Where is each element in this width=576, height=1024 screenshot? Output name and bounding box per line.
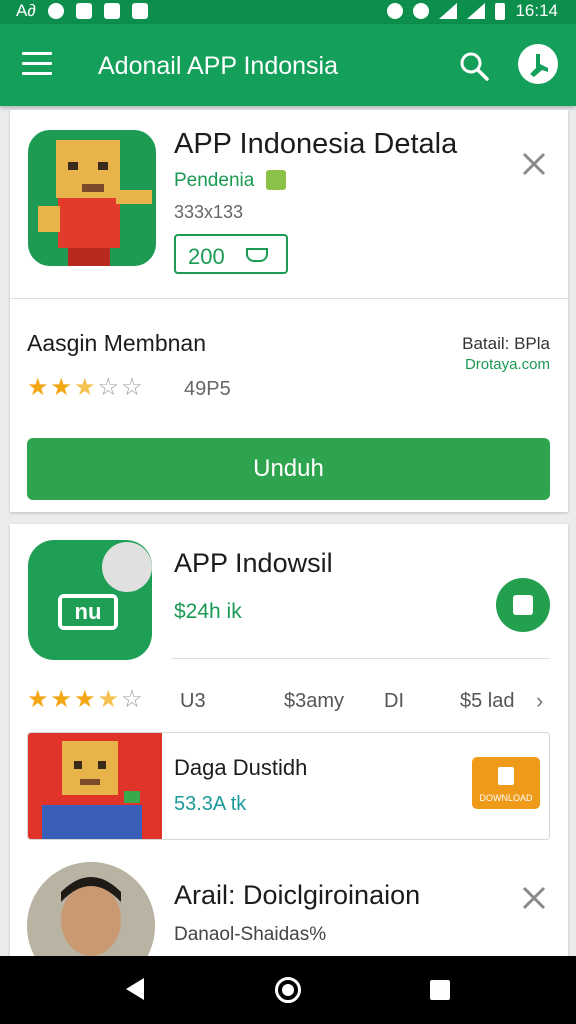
meta-item: U3: [180, 690, 206, 712]
rating-stars: ★ ★ ★ ☆ ☆: [27, 376, 143, 400]
status-right: 16:14: [387, 1, 558, 21]
sync-icon: [413, 3, 430, 19]
rating-stars-secondary: ★ ★ ★ ★ ☆: [27, 688, 143, 712]
star-icon: ★: [74, 374, 96, 401]
wifi-icon: [439, 3, 458, 19]
star-icon: ★: [97, 686, 120, 713]
star-icon: ★: [50, 686, 73, 713]
menu-icon-line: [22, 72, 52, 75]
app-price-secondary: $24h ik: [174, 600, 242, 623]
related-app-title: Daga Dustidh: [174, 755, 308, 780]
related-app-card[interactable]: Daga Dustidh 53.3A tk DOWNLOAD: [27, 732, 550, 840]
back-icon[interactable]: [126, 978, 144, 1000]
divider: [10, 298, 568, 299]
blocky-character-icon: [42, 741, 142, 839]
star-icon: ★: [27, 686, 49, 713]
verified-badge-icon: [266, 170, 286, 190]
close-icon[interactable]: [520, 150, 548, 178]
status-bar: A∂ 16:14: [0, 0, 576, 24]
app-icon[interactable]: [28, 130, 156, 266]
recent-apps-icon[interactable]: [430, 980, 450, 1000]
price-button[interactable]: 200: [174, 234, 288, 274]
star-icon: ☆: [121, 374, 143, 401]
developer-name[interactable]: Pendenia: [174, 170, 254, 192]
app-title: Adonail APP Indonsia: [98, 52, 339, 80]
rating-count: 49P5: [184, 378, 231, 400]
star-icon: ☆: [121, 686, 143, 713]
meta-item: DI: [384, 690, 404, 712]
app-title-primary: APP Indonesia Detala: [174, 128, 458, 160]
status-text: A∂: [16, 1, 36, 20]
star-icon: ★: [74, 686, 96, 713]
star-icon: ★: [50, 374, 73, 401]
side-info-link[interactable]: Drotaya.com: [465, 356, 550, 373]
profile-icon: [530, 54, 548, 77]
download-button[interactable]: DOWNLOAD: [472, 757, 540, 809]
menu-icon: [22, 52, 52, 55]
battery-icon: [495, 2, 506, 20]
system-nav-bar: [0, 956, 576, 1024]
price-label: 200: [188, 244, 225, 269]
app-icon-secondary[interactable]: nu: [28, 540, 152, 660]
app-bar: Adonail APP Indonsia: [0, 24, 576, 106]
related-app-thumbnail: [28, 733, 162, 839]
close-icon[interactable]: [520, 884, 548, 912]
home-icon[interactable]: [275, 977, 301, 1003]
related-app-size: 53.3A tk: [174, 793, 247, 815]
person-name[interactable]: Arail: Doiclgiroinaion: [174, 880, 420, 911]
image-icon: [131, 3, 148, 19]
blocky-character-icon: [38, 140, 152, 266]
app-icon-text: nu: [58, 594, 118, 630]
divider: [172, 658, 550, 659]
star-icon: ★: [27, 374, 49, 401]
profile-avatar-button[interactable]: [518, 44, 558, 84]
person-subtitle: Danaol-Shaidas%: [174, 924, 327, 945]
cart-icon: [246, 248, 268, 262]
star-icon: ☆: [97, 374, 120, 401]
excel-icon: [103, 3, 120, 19]
meta-item: $5 lad: [460, 690, 515, 712]
camera-icon: [75, 3, 92, 19]
app-title-secondary[interactable]: APP Indowsil: [174, 548, 333, 579]
menu-icon-line: [22, 62, 52, 65]
app-list-card: nu APP Indowsil $24h ik ★ ★ ★ ★ ☆ U3 $3amy D…: [10, 524, 568, 990]
meta-item: $3amy: [284, 690, 345, 712]
menu-button[interactable]: [22, 52, 52, 78]
app-subtitle: Aasgin Membnan: [27, 330, 206, 356]
status-left: A∂: [16, 1, 148, 21]
chevron-right-icon[interactable]: ›: [536, 688, 543, 714]
side-info-primary: Batail: BPla: [462, 334, 550, 353]
notification-icon: [47, 3, 64, 19]
search-icon[interactable]: [458, 50, 490, 82]
app-dimensions: 333x133: [174, 202, 244, 222]
pen-badge-icon: [102, 542, 152, 592]
thumbs-up-button[interactable]: [496, 578, 550, 632]
install-button[interactable]: Unduh: [27, 438, 550, 500]
signal-icon: [467, 3, 486, 19]
app-detail-card: APP Indonesia Detala Pendenia 333x133 20…: [10, 110, 568, 512]
status-time: 16:14: [515, 1, 558, 20]
alarm-icon: [387, 3, 404, 19]
